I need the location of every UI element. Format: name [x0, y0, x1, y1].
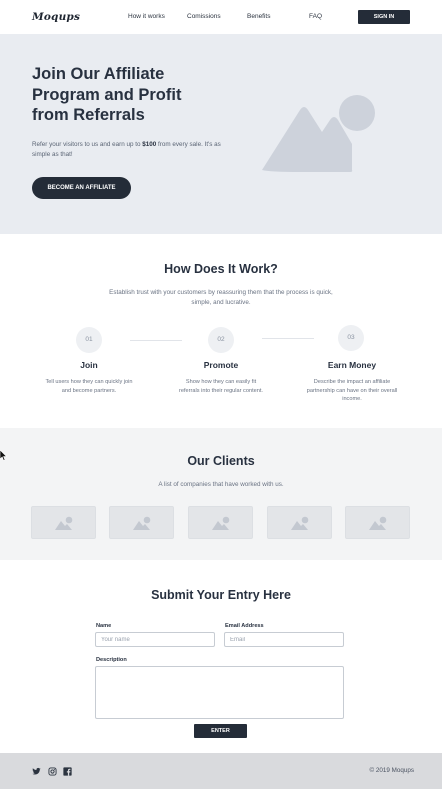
hero-text: Refer your visitors to us and earn up to…: [32, 140, 222, 160]
client-logo: [267, 506, 332, 539]
mouse-cursor-icon: [0, 450, 7, 461]
instagram-icon[interactable]: [48, 767, 57, 776]
email-label: Email Address: [225, 623, 264, 629]
hero-image-placeholder-icon: [262, 95, 375, 172]
twitter-icon[interactable]: [32, 767, 41, 776]
nav-link-faq[interactable]: FAQ: [309, 13, 322, 20]
image-placeholder-icon: [212, 516, 230, 530]
email-input[interactable]: [224, 632, 344, 647]
clients-section: Our Clients A list of companies that hav…: [0, 428, 442, 560]
top-nav: Moqups How it works Comissions Benefits …: [0, 0, 442, 34]
image-placeholder-icon: [55, 516, 73, 530]
step-connector: [262, 338, 314, 339]
logo[interactable]: Moqups: [32, 11, 80, 23]
name-label: Name: [96, 623, 112, 629]
hero-section: Join Our Affiliate Program and Profit fr…: [0, 34, 442, 234]
step-3-desc: Describe the impact an affiliate partner…: [306, 379, 398, 403]
hero-text-amount: $100: [142, 141, 157, 148]
step-1-title: Join: [80, 360, 98, 370]
image-placeholder-icon: [133, 516, 151, 530]
image-placeholder-icon: [369, 516, 387, 530]
entry-form-section: Submit Your Entry Here Name Email Addres…: [0, 560, 442, 753]
nav-link-comissions[interactable]: Comissions: [187, 13, 221, 20]
step-3-title: Earn Money: [327, 360, 377, 370]
client-logo: [31, 506, 96, 539]
footer: © 2019 Moqups: [0, 753, 442, 789]
step-2-title: Promote: [203, 360, 239, 370]
how-it-works-section: How Does It Work? Establish trust with y…: [0, 234, 442, 428]
client-logo: [109, 506, 174, 539]
clients-subtitle: A list of companies that have worked wit…: [158, 481, 284, 488]
facebook-icon[interactable]: [63, 767, 72, 776]
sign-in-button[interactable]: SIGN IN: [358, 10, 410, 24]
step-1-number: 01: [76, 327, 102, 353]
how-subtitle: Establish trust with your customers by r…: [109, 289, 333, 306]
form-title: Submit Your Entry Here: [151, 588, 291, 602]
hero-title: Join Our Affiliate Program and Profit fr…: [32, 65, 182, 124]
hero-text-before: Refer your visitors to us and earn up to: [32, 141, 143, 148]
copyright-text: © 2019 Moqups: [369, 767, 414, 774]
step-connector: [130, 340, 182, 341]
image-placeholder-icon: [291, 516, 309, 530]
step-2-desc: Show how they can easily fit referrals i…: [179, 379, 263, 394]
become-affiliate-button[interactable]: BECOME AN AFFILIATE: [32, 177, 131, 199]
step-2-number: 02: [208, 327, 234, 353]
step-1-desc: Tell users how they can quickly join and…: [45, 379, 133, 394]
nav-link-how-it-works[interactable]: How it works: [128, 13, 165, 20]
description-label: Description: [96, 657, 127, 663]
clients-title: Our Clients: [187, 454, 255, 468]
how-title: How Does It Work?: [164, 262, 278, 276]
nav-link-benefits[interactable]: Benefits: [247, 13, 271, 20]
description-textarea[interactable]: [95, 666, 344, 719]
enter-button[interactable]: ENTER: [194, 724, 247, 738]
step-3-number: 03: [338, 325, 364, 351]
name-input[interactable]: [95, 632, 215, 647]
client-logo: [188, 506, 253, 539]
client-logo: [345, 506, 410, 539]
